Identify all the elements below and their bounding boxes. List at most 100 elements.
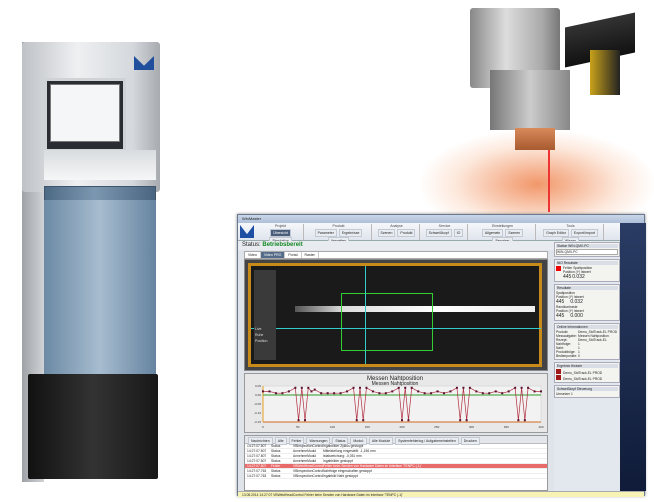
right-panel: Station WIN-QMX-PC WIN-QMX-PC NIO Resulta…	[554, 241, 620, 491]
message-log: Nachrichten Alle Fehler Warnungen Status Modu…	[244, 435, 548, 491]
log-module: VBInspectionControl	[293, 444, 324, 448]
data-point	[365, 386, 368, 389]
log-module: AnnehmeModul	[293, 459, 317, 463]
log-type: Status	[271, 449, 281, 453]
data-point	[333, 392, 336, 395]
ribbon-group: Service Schweißkopf IO	[422, 224, 468, 240]
history-label: Demo_StdTrack-EL PROD	[563, 377, 603, 381]
ribbon-button[interactable]: Produkt	[397, 229, 416, 237]
view-option-radio[interactable]: Live	[255, 327, 275, 331]
results-box: Resultate Spaltposition Position (Y) Istwe…	[554, 284, 620, 321]
crosshair-horizontal	[251, 328, 541, 329]
ribbon-button[interactable]: Ergebnisse	[338, 229, 363, 237]
log-type: Fehler	[271, 464, 281, 468]
x-tick-label: 0	[262, 425, 264, 429]
log-module: VBInspectionControl	[293, 474, 324, 478]
view-option-radio[interactable]: Position	[255, 339, 275, 343]
log-toolbar-button[interactable]: Alle Module	[368, 437, 394, 445]
data-point	[274, 392, 277, 395]
data-point	[443, 392, 446, 395]
x-tick-label: 50	[296, 425, 300, 429]
data-point	[310, 390, 313, 393]
right-sidebar	[620, 223, 646, 491]
chart-svg: Messen NahtpositionMessen Nahtposition0.…	[254, 376, 544, 429]
ribbon-group: ProduktParameterErgebnisseVerwalten	[306, 224, 372, 245]
station-select[interactable]: WIN-QMX-PC	[556, 249, 618, 255]
ribbon-button[interactable]: Schweißkopf	[425, 229, 452, 237]
ribbon-button[interactable]: Szenen	[377, 229, 396, 237]
data-point	[326, 392, 329, 395]
roi-box[interactable]	[341, 293, 433, 351]
data-point	[494, 390, 497, 393]
data-point	[517, 419, 520, 422]
ribbon-button[interactable]: Parameter	[314, 229, 337, 237]
tab-raster[interactable]: Raster	[302, 252, 319, 258]
cabinet-keyboard-shelf	[44, 150, 156, 180]
data-point	[423, 392, 426, 395]
data-point	[462, 386, 465, 389]
ribbon-button[interactable]: Graph Editor	[543, 229, 569, 237]
x-tick-label: 400	[538, 425, 543, 429]
laser-beam	[548, 150, 550, 212]
history-item[interactable]: Demo_StdTrack-EL PROD	[556, 375, 618, 381]
view-option-radio[interactable]: Ruhe	[255, 333, 275, 337]
nio-position: 445	[563, 274, 572, 280]
data-point	[320, 392, 323, 395]
sensor-camera	[590, 50, 620, 95]
online-header: Online Informationen	[556, 325, 618, 329]
data-point	[430, 392, 433, 395]
online-value: Demo_StdTrack-EL	[578, 338, 607, 342]
data-point	[304, 419, 307, 422]
chart-subtitle: Messen Nahtposition	[372, 381, 419, 387]
data-point	[339, 392, 342, 395]
online-row: Bedienpunkte: 0	[556, 354, 618, 358]
data-point	[294, 386, 297, 389]
ribbon-button[interactable]: Export/Import	[570, 229, 598, 237]
x-tick-label: 250	[434, 425, 439, 429]
tab-video[interactable]: Video	[245, 252, 261, 258]
log-row[interactable]: 14:27:07.763 Status VBInspectionControlIng…	[245, 474, 547, 479]
data-point	[355, 419, 358, 422]
result-position: 445	[556, 313, 565, 319]
log-module: AnnehmeModul	[293, 454, 317, 458]
log-toolbar-button[interactable]: Systemfehlerlog / Aufgabeneinstellen	[395, 437, 459, 445]
log-time: 14:27:07.807	[247, 459, 267, 463]
data-point	[481, 392, 484, 395]
data-point	[410, 386, 413, 389]
log-module: VBInspectionControl	[293, 469, 324, 473]
x-tick-label: 100	[330, 425, 335, 429]
data-point	[362, 419, 365, 422]
log-text: Mittelstellung eingestellt: -1,156 mm	[323, 449, 376, 453]
ribbon-button[interactable]: Szenen	[505, 229, 524, 237]
ribbon-logo-left	[240, 225, 254, 238]
tab-video-pro[interactable]: Video PRO	[260, 252, 286, 258]
data-point	[268, 390, 271, 393]
log-toolbar-button[interactable]: Drucken	[460, 437, 480, 445]
ribbon-button[interactable]: Übersicht	[270, 229, 291, 237]
online-box: Online Informationen Produkt: Demo_StdTrac…	[554, 323, 620, 360]
station-box: Station WIN-QMX-PC WIN-QMX-PC	[554, 242, 620, 257]
ribbon-group: Analyse Szenen Produkt	[374, 224, 420, 240]
online-key: Bedienpunkte:	[556, 354, 578, 358]
ribbon-group: ToolsGraph EditorExport/ImportWissen	[538, 224, 604, 245]
data-point	[527, 386, 530, 389]
status-value: Betriebsbereit	[262, 242, 303, 248]
cabinet-screen	[50, 84, 120, 142]
log-rows: 14:27:07.807 Status VBInspectionControlIng…	[245, 444, 547, 479]
ribbon-button[interactable]: Allgemein	[481, 229, 504, 237]
weld-item[interactable]: Umsetzer 1	[556, 392, 618, 396]
status-label: Status:	[242, 242, 261, 248]
data-point	[297, 419, 300, 422]
result-sub: Position (Y) Istwert	[556, 309, 584, 313]
data-point	[455, 386, 458, 389]
log-time: 14:27:07.807	[247, 464, 267, 468]
log-time: 14:27:07.807	[247, 454, 267, 458]
error-indicator-icon	[556, 266, 561, 271]
x-tick-label: 200	[399, 425, 404, 429]
data-point	[287, 390, 290, 393]
data-point	[459, 419, 462, 422]
data-point	[300, 386, 303, 389]
tab-portal[interactable]: Portal	[285, 252, 302, 258]
log-type: Status	[271, 474, 281, 478]
ribbon-button[interactable]: IO	[453, 229, 464, 237]
